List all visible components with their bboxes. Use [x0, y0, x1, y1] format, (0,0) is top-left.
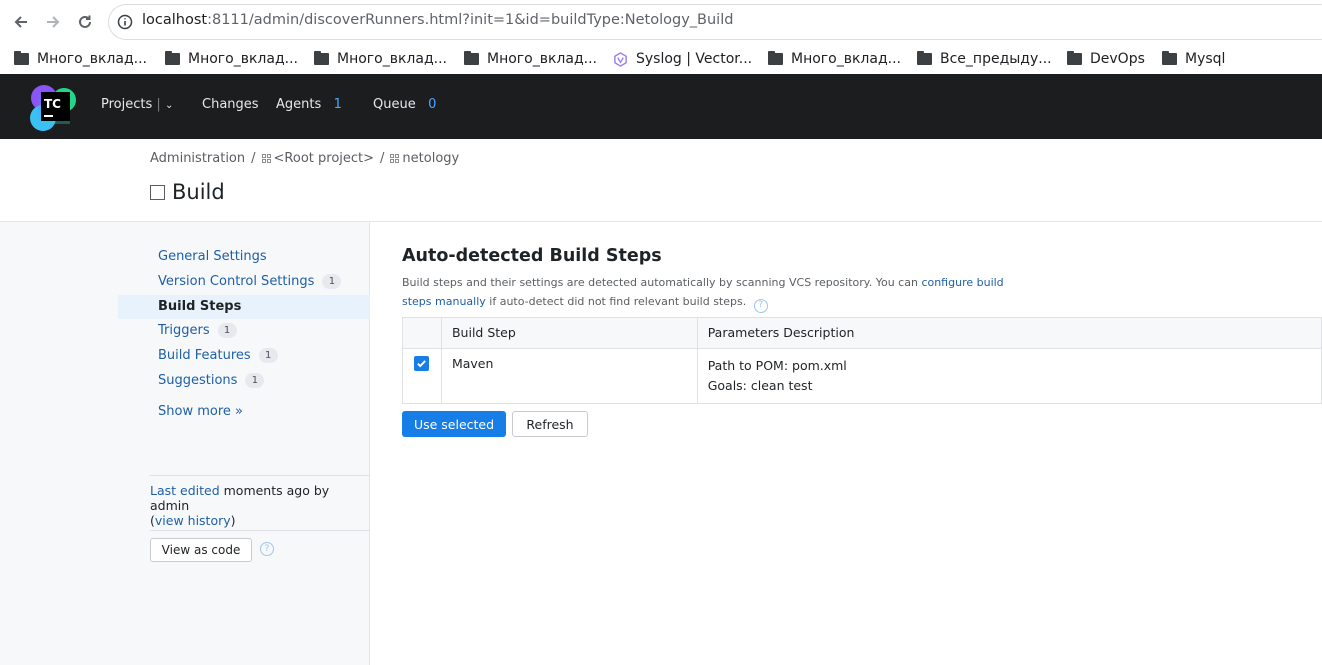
breadcrumb-administration[interactable]: Administration [150, 151, 245, 166]
project-icon [261, 154, 271, 163]
bookmark-item[interactable]: Mysql [1162, 48, 1225, 70]
bookmarks-bar: Много_вклад... Много_вклад... Много_вкла… [0, 44, 1322, 74]
sidebar-divider [150, 475, 370, 476]
teamcity-logo[interactable]: TC [30, 84, 78, 132]
build-step-cell: Maven [440, 348, 698, 404]
folder-icon [464, 51, 479, 65]
last-edited-info: Last edited moments ago by admin (view hi… [150, 483, 330, 528]
project-icon [390, 154, 400, 163]
sidebar-item-suggestions[interactable]: Suggestions 1 [158, 373, 265, 388]
folder-icon [768, 51, 783, 65]
nav-changes[interactable]: Changes [202, 97, 259, 112]
chevron-down-icon: ⌄ [164, 100, 174, 111]
show-more-link[interactable]: Show more » [158, 404, 243, 419]
checkmark-icon [417, 360, 426, 368]
bookmark-item[interactable]: Много_вклад... [314, 48, 447, 70]
back-arrow-icon [14, 16, 27, 28]
breadcrumb-root-project[interactable]: <Root project> [261, 151, 374, 166]
bookmark-item[interactable]: Много_вклад... [768, 48, 901, 70]
view-as-code-button[interactable]: View as code [150, 538, 252, 562]
build-config-icon [150, 184, 165, 200]
back-button[interactable] [11, 12, 31, 32]
column-header-select [402, 317, 442, 349]
view-history-link[interactable]: view history [155, 513, 231, 528]
bookmark-item[interactable]: DevOps [1067, 48, 1145, 70]
breadcrumb: Administration / <Root project> / netolo… [150, 151, 460, 166]
bookmark-item[interactable]: Много_вклад... [464, 48, 597, 70]
help-icon[interactable]: ? [260, 542, 274, 556]
sidebar-item-general-settings[interactable]: General Settings [158, 249, 267, 264]
parameter-line: Path to POM: pom.xml [707, 358, 847, 373]
site-info-icon[interactable] [117, 14, 133, 30]
step-checkbox[interactable] [414, 356, 429, 371]
nav-agents[interactable]: Agents 1 [276, 97, 342, 112]
help-icon[interactable]: ? [753, 298, 768, 313]
parameter-line: Goals: clean test [707, 378, 813, 393]
count-badge: 1 [258, 348, 278, 363]
count-badge: 1 [217, 323, 237, 338]
queue-count: 0 [428, 97, 437, 112]
count-badge: 1 [245, 373, 265, 388]
select-cell [402, 348, 442, 404]
sidebar-item-build-steps[interactable]: Build Steps [158, 299, 241, 314]
forward-arrow-icon [47, 16, 60, 28]
logo-text: TC [44, 97, 61, 111]
table-header-row: Build Step Parameters Description [402, 317, 1322, 349]
folder-icon [314, 51, 329, 65]
bookmark-item[interactable]: Syslog | Vector... [613, 48, 752, 70]
count-badge: 1 [322, 274, 342, 289]
url-text[interactable]: localhost:8111/admin/discoverRunners.htm… [142, 12, 733, 28]
section-description: Build steps and their settings are detec… [402, 273, 1032, 313]
sidebar-item-version-control-settings[interactable]: Version Control Settings 1 [158, 274, 342, 289]
folder-icon [1162, 51, 1177, 65]
folder-icon [917, 51, 932, 65]
folder-icon [165, 51, 180, 65]
use-selected-button[interactable]: Use selected [402, 411, 506, 437]
sidebar-item-build-features[interactable]: Build Features 1 [158, 348, 278, 363]
reload-button[interactable] [75, 12, 95, 32]
browser-toolbar: localhost:8111/admin/discoverRunners.htm… [0, 0, 1322, 44]
section-title: Auto-detected Build Steps [402, 246, 662, 266]
sidebar-divider [150, 530, 370, 531]
column-header-parameters: Parameters Description [696, 317, 1322, 349]
page-title: Build [172, 180, 225, 204]
page-title-row: Build [150, 180, 225, 204]
build-steps-table: Build Step Parameters Description Maven … [402, 317, 1322, 404]
app-header [0, 74, 1322, 139]
column-header-build-step: Build Step [440, 317, 698, 349]
nav-projects[interactable]: Projects | ⌄ [101, 97, 173, 112]
parameters-cell: Path to POM: pom.xml Goals: clean test [696, 348, 1322, 404]
vector-site-icon [614, 51, 627, 67]
last-edited-link[interactable]: Last edited [150, 483, 220, 498]
bookmark-item[interactable]: Все_предыду... [917, 48, 1052, 70]
sidebar-item-triggers[interactable]: Triggers 1 [158, 323, 237, 338]
bookmark-item[interactable]: Много_вклад... [14, 48, 147, 70]
reload-icon [79, 15, 91, 28]
active-item-highlight [118, 295, 370, 319]
breadcrumb-netology[interactable]: netology [390, 151, 459, 166]
table-row: Maven Path to POM: pom.xml Goals: clean … [402, 348, 1322, 404]
folder-icon [1067, 51, 1082, 65]
nav-queue[interactable]: Queue 0 [373, 97, 436, 112]
agents-count: 1 [333, 97, 342, 112]
forward-button[interactable] [43, 12, 63, 32]
refresh-button[interactable]: Refresh [512, 411, 588, 437]
folder-icon [14, 51, 29, 65]
bookmark-item[interactable]: Много_вклад... [165, 48, 298, 70]
